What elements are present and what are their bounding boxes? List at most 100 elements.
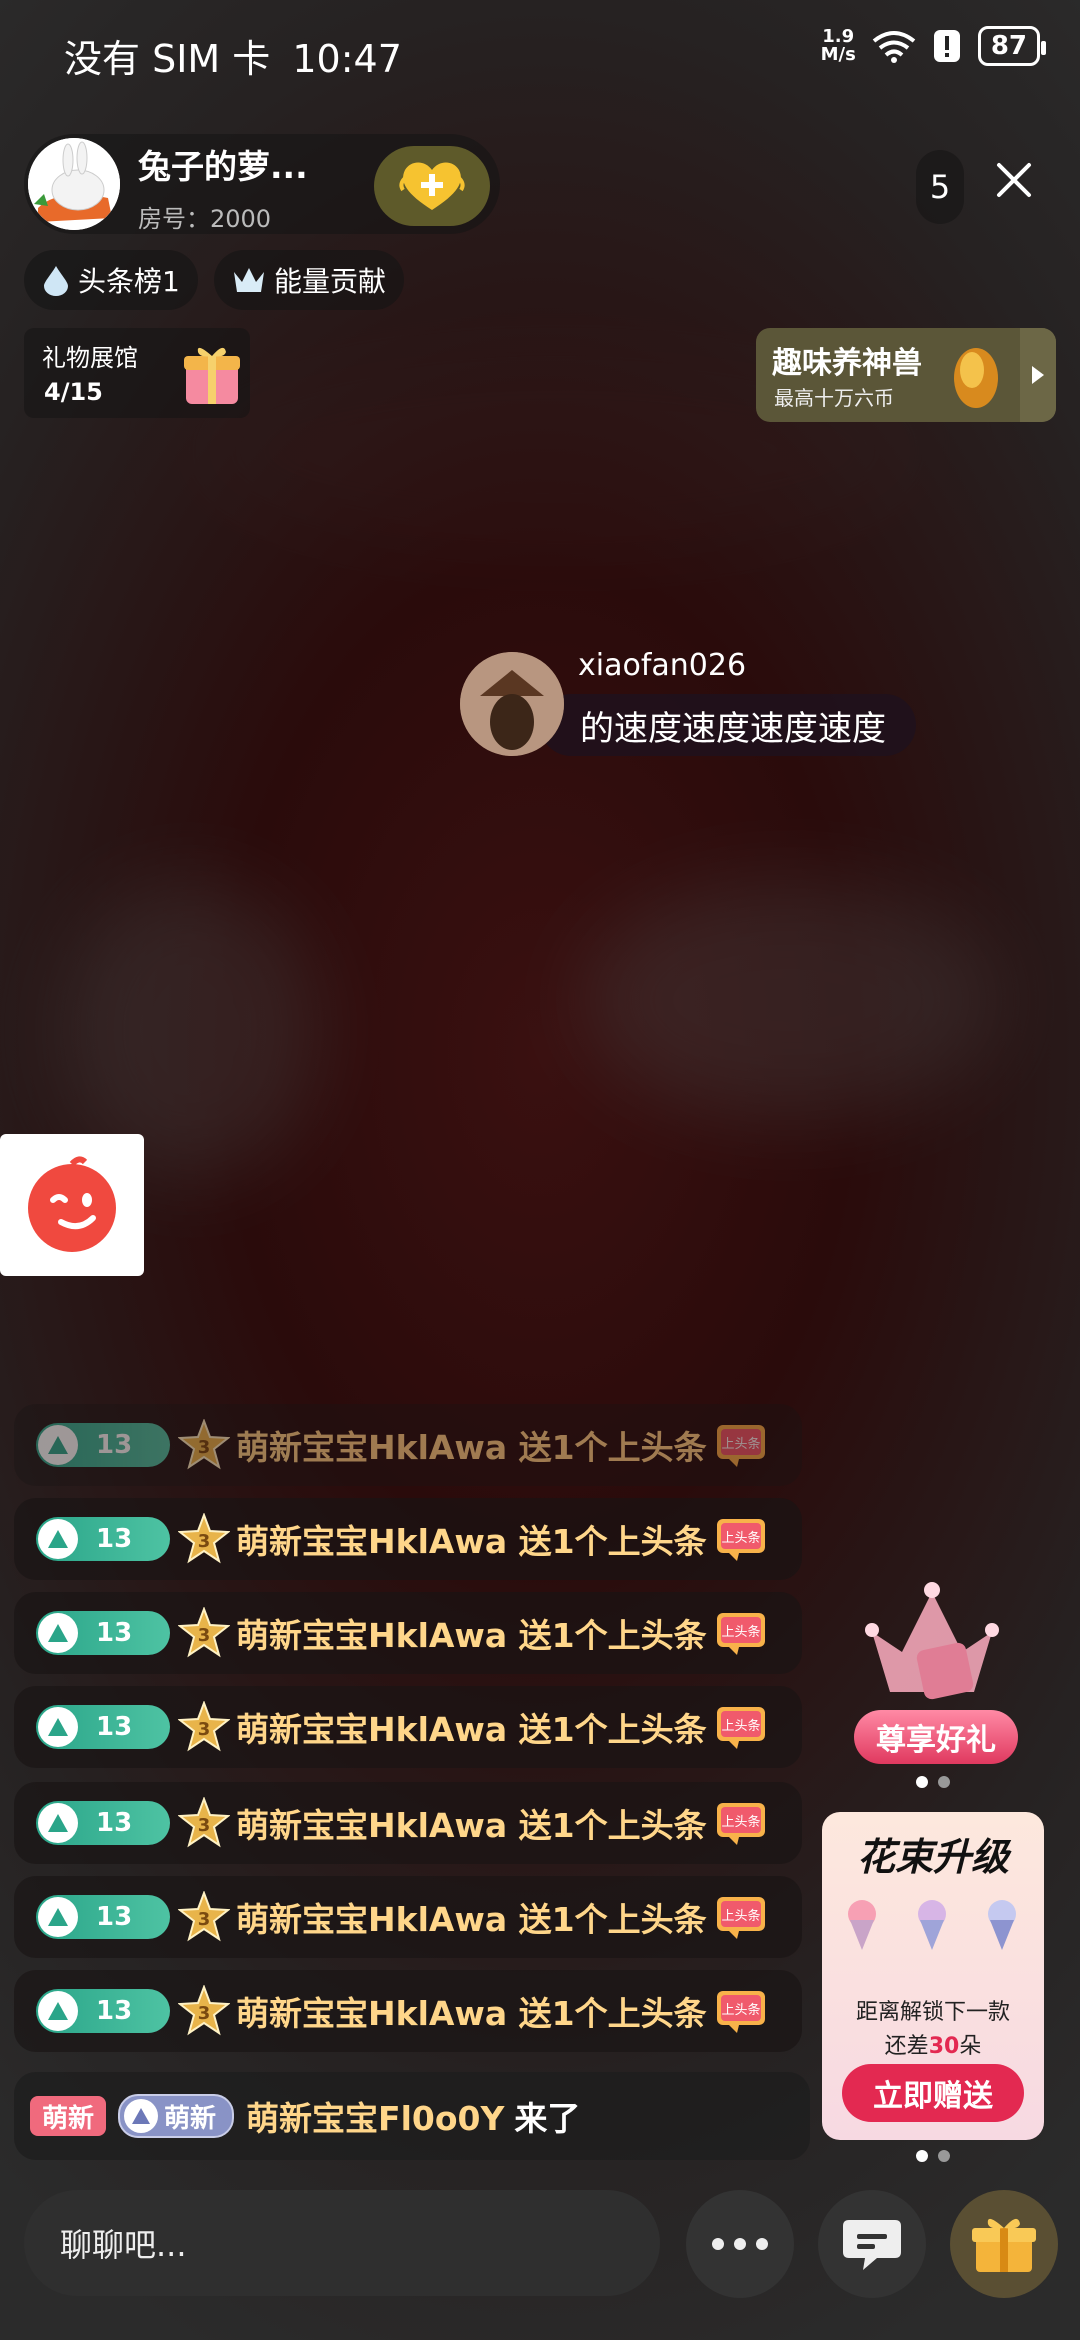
promo-pager-bottom: [916, 2150, 950, 2162]
star-level-number: 3: [198, 1437, 211, 1458]
level-number: 13: [96, 1808, 133, 1838]
star-level-icon: 3: [178, 1607, 230, 1658]
level-ring: [38, 1707, 78, 1747]
star-level-number: 3: [198, 1531, 211, 1552]
headline-tag-label: 上头条: [721, 1814, 760, 1830]
triangle-icon: [48, 1814, 68, 1832]
gift-message-text: 萌新宝宝HklAwa 送1个上头条: [236, 1806, 707, 1845]
heart-plus-icon: [399, 162, 465, 210]
flower-unlock-line: 距离解锁下一款: [855, 2000, 1010, 2025]
newbie-tag: 萌新: [30, 2096, 107, 2136]
gift-message-row[interactable]: 13 3 萌新宝宝HklAwa 送1个上头条 上头条: [14, 1782, 802, 1864]
beast-subtitle: 最高十万六币: [774, 386, 894, 410]
headline-tag-label: 上头条: [721, 1718, 760, 1734]
clock: 10:47: [292, 37, 402, 81]
wifi-icon: [872, 31, 916, 63]
star-level-number: 3: [198, 1815, 211, 1836]
gift-hall-label: 礼物展馆: [42, 344, 138, 372]
headline-tag-icon: 上头条: [716, 1707, 765, 1749]
status-bar-left: 没有 SIM 卡 10:47: [64, 28, 402, 81]
star-level-number: 3: [198, 1719, 211, 1740]
star-level-icon: 3: [178, 1985, 230, 2036]
headline-tag-label: 上头条: [721, 2002, 760, 2018]
follow-button[interactable]: [374, 146, 490, 226]
viewer-count[interactable]: 5: [916, 150, 964, 224]
more-button[interactable]: [686, 2190, 794, 2298]
star-level-icon: 3: [178, 1797, 230, 1848]
gift-message-text: 萌新宝宝HklAwa 送1个上头条: [236, 1522, 707, 1561]
star-level-icon: 3: [178, 1701, 230, 1752]
gift-hall-progress: 4/15: [44, 378, 103, 406]
wealth-level-badge: 13: [36, 1895, 170, 1939]
gift-message-text: 萌新宝宝HklAwa 送1个上头条: [236, 1900, 707, 1939]
comment-bubble: 的速度速度速度速度: [540, 694, 916, 756]
level-number: 13: [96, 1902, 133, 1932]
pager-dot-active: [916, 1776, 928, 1788]
crown-icon: [234, 268, 264, 292]
status-bar-right: 1.9 M/s 87: [821, 26, 1047, 66]
pager-dot: [938, 2150, 950, 2162]
headline-tag-icon: 上头条: [716, 1519, 765, 1561]
headline-tag-label: 上头条: [721, 1436, 760, 1452]
flower-upgrade-card[interactable]: 花束升级 距离解锁下一款 还差30朵 立即赠送: [822, 1812, 1044, 2140]
gift-hall-card[interactable]: 礼物展馆 4/15: [24, 328, 250, 418]
commenter-avatar[interactable]: [460, 652, 564, 756]
promo-pager-top: [916, 1776, 950, 1788]
gift-button[interactable]: [950, 2190, 1058, 2298]
chat-bubble-icon: [843, 2220, 901, 2270]
bouquet-icons: [848, 1900, 1016, 1950]
chat-input[interactable]: 聊聊吧...: [24, 2190, 660, 2296]
level-ring: [38, 1991, 78, 2031]
wealth-level-badge: 13: [36, 1423, 170, 1467]
close-icon[interactable]: [996, 162, 1032, 198]
level-ring: [38, 1897, 78, 1937]
beast-title: 趣味养神兽: [772, 346, 922, 381]
level-number: 13: [96, 1712, 133, 1742]
headline-rank-chip[interactable]: 头条榜1: [24, 250, 198, 310]
headline-tag-icon: 上头条: [716, 1897, 765, 1939]
level-number: 13: [96, 1618, 133, 1648]
star-level-number: 3: [198, 2003, 211, 2024]
wealth-level-badge: 13: [36, 1517, 170, 1561]
alert-icon: [933, 30, 960, 62]
gift-message-row[interactable]: 13 3 萌新宝宝HklAwa 送1个上头条 上头条: [14, 1686, 802, 1768]
gift-message-row[interactable]: 13 3 萌新宝宝HklAwa 送1个上头条 上头条: [14, 1970, 802, 2052]
floating-emoji-button[interactable]: [0, 1134, 144, 1276]
gift-message-row[interactable]: 13 3 萌新宝宝HklAwa 送1个上头条 上头条: [14, 1404, 802, 1486]
send-now-button[interactable]: 立即赠送: [842, 2064, 1024, 2122]
pager-dot: [938, 1776, 950, 1788]
energy-contribution-chip[interactable]: 能量贡献: [214, 250, 405, 310]
star-level-icon: 3: [178, 1419, 230, 1470]
pager-dot-active: [916, 2150, 928, 2162]
level-ring: [38, 1803, 78, 1843]
crown-gift-icon[interactable]: [862, 1572, 1002, 1712]
star-level-number: 3: [198, 1909, 211, 1930]
water-drop-icon: [44, 266, 68, 296]
star-level-icon: 3: [178, 1891, 230, 1942]
beast-banner[interactable]: 趣味养神兽 最高十万六币: [756, 328, 1056, 422]
newbie-level-badge: 萌新: [118, 2094, 235, 2138]
enjoy-gift-button[interactable]: 尊享好礼: [854, 1710, 1018, 1764]
triangle-icon: [48, 1908, 68, 1926]
gift-message-text: 萌新宝宝HklAwa 送1个上头条: [236, 1616, 707, 1655]
level-ring: [38, 1425, 78, 1465]
wink-face-icon: [28, 1156, 116, 1252]
triangle-icon: [48, 2002, 68, 2020]
gift-message-text: 萌新宝宝HklAwa 送1个上头条: [236, 1428, 707, 1467]
headline-tag-label: 上头条: [721, 1908, 760, 1924]
host-avatar[interactable]: [28, 138, 120, 230]
message-button[interactable]: [818, 2190, 926, 2298]
welcome-message[interactable]: 萌新 萌新 萌新宝宝Fl0o0Y 来了: [14, 2072, 810, 2160]
carrier-label: 没有 SIM 卡: [64, 37, 271, 81]
triangle-icon: [48, 1624, 68, 1642]
level-ring: [38, 1519, 78, 1559]
headline-tag-label: 上头条: [721, 1624, 760, 1640]
room-id: 房号：2000: [138, 205, 272, 233]
headline-tag-icon: 上头条: [716, 1803, 765, 1845]
wealth-level-badge: 13: [36, 1801, 170, 1845]
triangle-icon: [132, 2108, 151, 2124]
level-number: 13: [96, 1430, 133, 1460]
gift-message-row[interactable]: 13 3 萌新宝宝HklAwa 送1个上头条 上头条: [14, 1498, 802, 1580]
gift-message-row[interactable]: 13 3 萌新宝宝HklAwa 送1个上头条 上头条: [14, 1592, 802, 1674]
gift-message-row[interactable]: 13 3 萌新宝宝HklAwa 送1个上头条 上头条: [14, 1876, 802, 1958]
